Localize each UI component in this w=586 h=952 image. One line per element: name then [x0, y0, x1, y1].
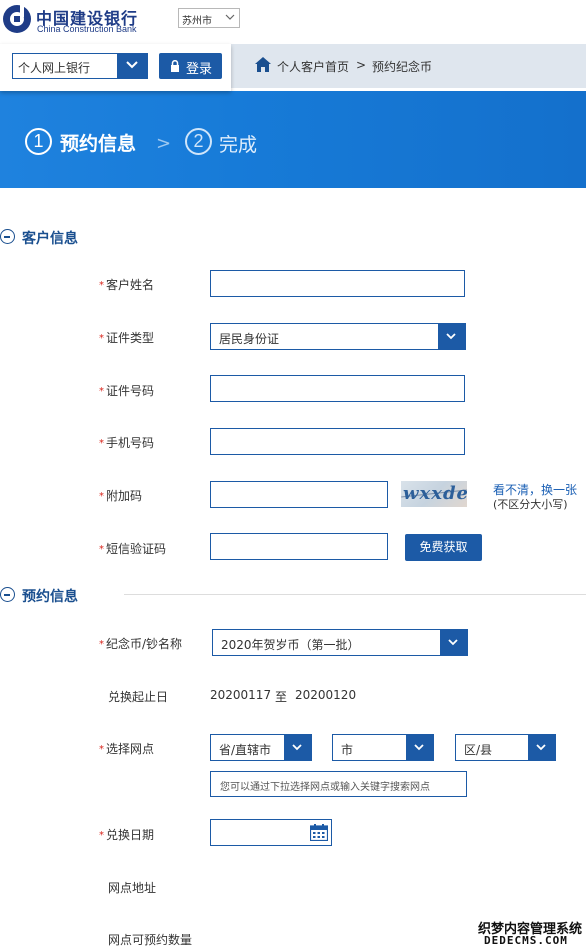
- coin-label: * 纪念币/钞名称: [99, 637, 183, 651]
- step-1-label: 预约信息: [60, 133, 137, 155]
- channel-dropdown-button[interactable]: [117, 54, 147, 78]
- branch-label: * 选择网点: [99, 742, 155, 756]
- watermark-line-2: DEDECMS.COM: [484, 934, 568, 947]
- channel-select[interactable]: 个人网上银行: [12, 53, 148, 79]
- province-select[interactable]: 省/直辖市: [210, 734, 312, 761]
- coin-value: 2020年贺岁币（第一批）: [221, 638, 360, 652]
- breadcrumb-current: 预约纪念币: [372, 60, 433, 74]
- step-1-number: 1: [25, 128, 52, 155]
- city-value: 苏州市: [182, 16, 212, 27]
- period-end: 20200120: [295, 688, 357, 702]
- section-title-customer: 客户信息: [22, 231, 78, 247]
- captcha-image[interactable]: wxxde: [401, 481, 467, 507]
- home-icon[interactable]: [255, 57, 271, 72]
- section-divider: [124, 594, 586, 595]
- breadcrumb-home-link[interactable]: 个人客户首页: [277, 58, 349, 75]
- province-value: 省/直辖市: [219, 743, 272, 757]
- id-number-label: * 证件号码: [99, 384, 155, 398]
- lock-icon: [171, 60, 179, 72]
- login-button[interactable]: 登录: [159, 53, 222, 79]
- bank-name-en: China Construction Bank: [37, 24, 137, 34]
- district-value: 区/县: [464, 743, 493, 757]
- step-2-number: 2: [185, 128, 212, 155]
- date-input[interactable]: [210, 819, 332, 846]
- step-2-label: 完成: [219, 134, 258, 156]
- breadcrumb-separator: >: [356, 58, 367, 72]
- section-title-reservation: 预约信息: [22, 589, 78, 605]
- steps-banner: 1 预约信息 > 2 完成: [0, 91, 586, 188]
- id-number-input[interactable]: [210, 375, 465, 402]
- captcha-case-hint: (不区分大小写): [493, 498, 568, 511]
- period-label: 兑换起止日: [108, 690, 169, 704]
- chevron-down-icon: [536, 744, 546, 751]
- captcha-input[interactable]: [210, 481, 388, 508]
- collapse-icon[interactable]: [0, 229, 15, 244]
- phone-input[interactable]: [210, 428, 465, 455]
- sms-label: * 短信验证码: [99, 542, 167, 556]
- sms-code-input[interactable]: [210, 533, 388, 560]
- name-input[interactable]: [210, 270, 465, 297]
- channel-value: 个人网上银行: [18, 61, 91, 75]
- step-arrow-icon: >: [156, 133, 172, 154]
- coin-select[interactable]: 2020年贺岁币（第一批）: [212, 629, 468, 656]
- login-label: 登录: [186, 62, 213, 77]
- period-start: 20200117: [210, 688, 272, 702]
- site-watermark: 织梦内容管理系统 DEDECMS.COM: [476, 917, 586, 952]
- id-type-label: * 证件类型: [99, 331, 155, 345]
- city-dropdown-value: 市: [341, 743, 354, 757]
- district-select[interactable]: 区/县: [455, 734, 556, 761]
- city-select[interactable]: 苏州市: [178, 8, 240, 28]
- address-label: 网点地址: [108, 881, 157, 895]
- coin-dropdown-button[interactable]: [440, 630, 467, 655]
- phone-label: * 手机号码: [99, 436, 155, 450]
- district-dropdown-button[interactable]: [528, 735, 555, 760]
- chevron-down-icon: [225, 14, 235, 20]
- city-dropdown[interactable]: 市: [332, 734, 434, 761]
- quota-label: 网点可预约数量: [108, 933, 193, 947]
- chevron-down-icon: [414, 744, 424, 751]
- chevron-down-icon: [446, 333, 456, 340]
- captcha-text: wxxde: [403, 483, 467, 504]
- collapse-icon[interactable]: [0, 587, 15, 602]
- ccb-logo-icon: [3, 4, 31, 33]
- name-label: * 客户姓名: [99, 278, 155, 292]
- chevron-down-icon: [448, 639, 458, 646]
- date-label: * 兑换日期: [99, 828, 155, 842]
- chevron-down-icon: [126, 61, 138, 69]
- id-type-value: 居民身份证: [219, 332, 280, 346]
- login-panel: 个人网上银行 登录: [0, 44, 231, 91]
- chevron-down-icon: [292, 744, 302, 751]
- province-dropdown-button[interactable]: [284, 735, 311, 760]
- id-type-dropdown-button[interactable]: [438, 324, 465, 349]
- top-header: 中国建设银行 China Construction Bank 苏州市: [0, 0, 586, 44]
- captcha-label: * 附加码: [99, 489, 143, 503]
- sms-send-button[interactable]: 免费获取: [405, 534, 482, 561]
- period-to: 至: [275, 690, 288, 704]
- calendar-icon[interactable]: [310, 824, 328, 841]
- branch-search-input[interactable]: 您可以通过下拉选择网点或输入关键字搜索网点: [210, 771, 467, 797]
- city-dropdown-button[interactable]: [406, 735, 433, 760]
- id-type-select[interactable]: 居民身份证: [210, 323, 466, 350]
